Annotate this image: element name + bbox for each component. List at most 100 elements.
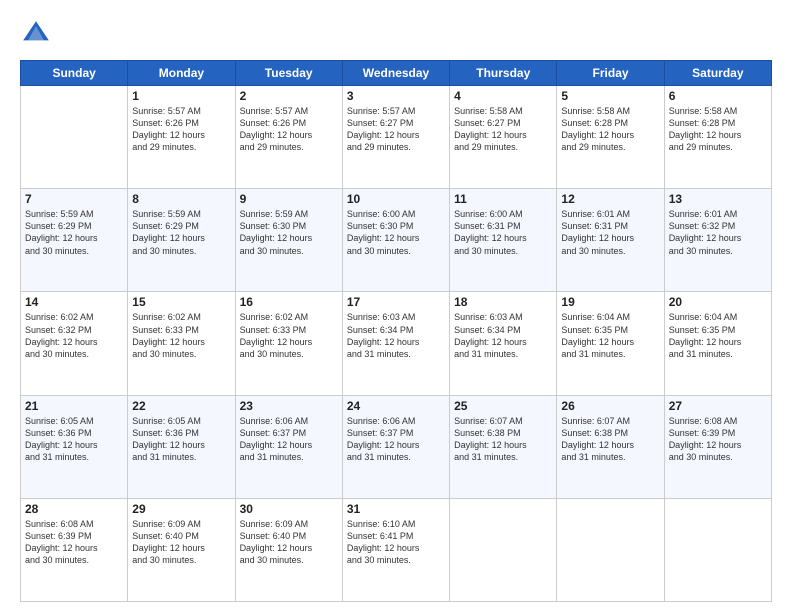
day-number: 20: [669, 295, 767, 309]
day-info: Sunrise: 6:01 AMSunset: 6:31 PMDaylight:…: [561, 208, 659, 257]
logo-icon: [20, 18, 52, 50]
day-info: Sunrise: 6:10 AMSunset: 6:41 PMDaylight:…: [347, 518, 445, 567]
calendar-cell: 25 Sunrise: 6:07 AMSunset: 6:38 PMDayligh…: [450, 395, 557, 498]
day-number: 17: [347, 295, 445, 309]
day-info: Sunrise: 6:02 AMSunset: 6:33 PMDaylight:…: [132, 311, 230, 360]
day-header-saturday: Saturday: [664, 61, 771, 86]
day-info: Sunrise: 6:07 AMSunset: 6:38 PMDaylight:…: [454, 415, 552, 464]
calendar-cell: 11 Sunrise: 6:00 AMSunset: 6:31 PMDayligh…: [450, 189, 557, 292]
calendar-cell: 3Sunrise: 5:57 AMSunset: 6:27 PMDaylight…: [342, 86, 449, 189]
calendar-header-row: SundayMondayTuesdayWednesdayThursdayFrid…: [21, 61, 772, 86]
day-info: Sunrise: 6:08 AMSunset: 6:39 PMDaylight:…: [669, 415, 767, 464]
day-number: 4: [454, 89, 552, 103]
calendar-cell: 6 Sunrise: 5:58 AMSunset: 6:28 PMDaylight…: [664, 86, 771, 189]
calendar-cell: 8 Sunrise: 5:59 AMSunset: 6:29 PMDaylight…: [128, 189, 235, 292]
day-number: 9: [240, 192, 338, 206]
calendar-cell: 13Sunrise: 6:01 AMSunset: 6:32 PMDayligh…: [664, 189, 771, 292]
day-number: 10: [347, 192, 445, 206]
day-header-thursday: Thursday: [450, 61, 557, 86]
calendar-cell: 1 Sunrise: 5:57 AMSunset: 6:26 PMDaylight…: [128, 86, 235, 189]
day-header-wednesday: Wednesday: [342, 61, 449, 86]
calendar-cell: 7 Sunrise: 5:59 AMSunset: 6:29 PMDaylight…: [21, 189, 128, 292]
day-number: 27: [669, 399, 767, 413]
calendar-cell: 20 Sunrise: 6:04 AMSunset: 6:35 PMDayligh…: [664, 292, 771, 395]
day-info: Sunrise: 6:02 AMSunset: 6:32 PMDaylight:…: [25, 311, 123, 360]
calendar-cell: 2 Sunrise: 5:57 AMSunset: 6:26 PMDaylight…: [235, 86, 342, 189]
day-info: Sunrise: 5:59 AMSunset: 6:29 PMDaylight:…: [25, 208, 123, 257]
day-info: Sunrise: 6:00 AMSunset: 6:31 PMDaylight:…: [454, 208, 552, 257]
day-number: 31: [347, 502, 445, 516]
calendar-cell: [557, 498, 664, 601]
day-info: Sunrise: 5:58 AMSunset: 6:28 PMDaylight:…: [669, 105, 767, 154]
calendar-cell: 28 Sunrise: 6:08 AMSunset: 6:39 PMDayligh…: [21, 498, 128, 601]
day-info: Sunrise: 6:03 AMSunset: 6:34 PMDaylight:…: [347, 311, 445, 360]
calendar-cell: 19Sunrise: 6:04 AMSunset: 6:35 PMDayligh…: [557, 292, 664, 395]
day-info: Sunrise: 6:05 AMSunset: 6:36 PMDaylight:…: [132, 415, 230, 464]
day-info: Sunrise: 6:08 AMSunset: 6:39 PMDaylight:…: [25, 518, 123, 567]
calendar-cell: 21Sunrise: 6:05 AMSunset: 6:36 PMDayligh…: [21, 395, 128, 498]
calendar-cell: 31 Sunrise: 6:10 AMSunset: 6:41 PMDayligh…: [342, 498, 449, 601]
calendar-cell: [21, 86, 128, 189]
calendar-week-0: 1 Sunrise: 5:57 AMSunset: 6:26 PMDaylight…: [21, 86, 772, 189]
day-number: 18: [454, 295, 552, 309]
calendar-cell: 23Sunrise: 6:06 AMSunset: 6:37 PMDayligh…: [235, 395, 342, 498]
day-number: 3: [347, 89, 445, 103]
day-number: 25: [454, 399, 552, 413]
calendar-week-4: 28 Sunrise: 6:08 AMSunset: 6:39 PMDayligh…: [21, 498, 772, 601]
day-info: Sunrise: 6:04 AMSunset: 6:35 PMDaylight:…: [669, 311, 767, 360]
day-info: Sunrise: 6:02 AMSunset: 6:33 PMDaylight:…: [240, 311, 338, 360]
calendar-cell: 27 Sunrise: 6:08 AMSunset: 6:39 PMDayligh…: [664, 395, 771, 498]
day-number: 26: [561, 399, 659, 413]
day-number: 24: [347, 399, 445, 413]
day-number: 22: [132, 399, 230, 413]
calendar-cell: 24 Sunrise: 6:06 AMSunset: 6:37 PMDayligh…: [342, 395, 449, 498]
calendar-cell: 15 Sunrise: 6:02 AMSunset: 6:33 PMDayligh…: [128, 292, 235, 395]
day-number: 7: [25, 192, 123, 206]
day-number: 2: [240, 89, 338, 103]
day-number: 12: [561, 192, 659, 206]
page: SundayMondayTuesdayWednesdayThursdayFrid…: [0, 0, 792, 612]
day-info: Sunrise: 5:57 AMSunset: 6:26 PMDaylight:…: [240, 105, 338, 154]
calendar-cell: 12 Sunrise: 6:01 AMSunset: 6:31 PMDayligh…: [557, 189, 664, 292]
day-number: 29: [132, 502, 230, 516]
day-header-tuesday: Tuesday: [235, 61, 342, 86]
day-number: 28: [25, 502, 123, 516]
calendar-cell: 14 Sunrise: 6:02 AMSunset: 6:32 PMDayligh…: [21, 292, 128, 395]
day-info: Sunrise: 5:58 AMSunset: 6:27 PMDaylight:…: [454, 105, 552, 154]
calendar-cell: 17 Sunrise: 6:03 AMSunset: 6:34 PMDayligh…: [342, 292, 449, 395]
day-number: 30: [240, 502, 338, 516]
day-number: 14: [25, 295, 123, 309]
day-number: 15: [132, 295, 230, 309]
day-number: 8: [132, 192, 230, 206]
day-number: 1: [132, 89, 230, 103]
calendar-cell: 5 Sunrise: 5:58 AMSunset: 6:28 PMDaylight…: [557, 86, 664, 189]
day-info: Sunrise: 5:57 AMSunset: 6:26 PMDaylight:…: [132, 105, 230, 154]
day-number: 5: [561, 89, 659, 103]
calendar-cell: 18 Sunrise: 6:03 AMSunset: 6:34 PMDayligh…: [450, 292, 557, 395]
day-number: 6: [669, 89, 767, 103]
calendar-cell: 29 Sunrise: 6:09 AMSunset: 6:40 PMDayligh…: [128, 498, 235, 601]
day-info: Sunrise: 6:09 AMSunset: 6:40 PMDaylight:…: [240, 518, 338, 567]
calendar-cell: [450, 498, 557, 601]
day-number: 23: [240, 399, 338, 413]
day-info: Sunrise: 5:59 AMSunset: 6:30 PMDaylight:…: [240, 208, 338, 257]
calendar-cell: 22 Sunrise: 6:05 AMSunset: 6:36 PMDayligh…: [128, 395, 235, 498]
day-number: 21: [25, 399, 123, 413]
day-number: 11: [454, 192, 552, 206]
header: [20, 18, 772, 50]
day-info: Sunrise: 6:04 AMSunset: 6:35 PMDaylight:…: [561, 311, 659, 360]
day-info: Sunrise: 5:59 AMSunset: 6:29 PMDaylight:…: [132, 208, 230, 257]
logo: [20, 18, 56, 50]
calendar-cell: 9 Sunrise: 5:59 AMSunset: 6:30 PMDaylight…: [235, 189, 342, 292]
calendar-cell: 4 Sunrise: 5:58 AMSunset: 6:27 PMDaylight…: [450, 86, 557, 189]
day-info: Sunrise: 6:07 AMSunset: 6:38 PMDaylight:…: [561, 415, 659, 464]
day-info: Sunrise: 6:06 AMSunset: 6:37 PMDaylight:…: [347, 415, 445, 464]
day-header-sunday: Sunday: [21, 61, 128, 86]
day-info: Sunrise: 6:09 AMSunset: 6:40 PMDaylight:…: [132, 518, 230, 567]
day-info: Sunrise: 6:00 AMSunset: 6:30 PMDaylight:…: [347, 208, 445, 257]
calendar-week-1: 7 Sunrise: 5:59 AMSunset: 6:29 PMDaylight…: [21, 189, 772, 292]
day-info: Sunrise: 6:03 AMSunset: 6:34 PMDaylight:…: [454, 311, 552, 360]
calendar-cell: 30 Sunrise: 6:09 AMSunset: 6:40 PMDayligh…: [235, 498, 342, 601]
day-info: Sunrise: 5:58 AMSunset: 6:28 PMDaylight:…: [561, 105, 659, 154]
day-number: 13: [669, 192, 767, 206]
